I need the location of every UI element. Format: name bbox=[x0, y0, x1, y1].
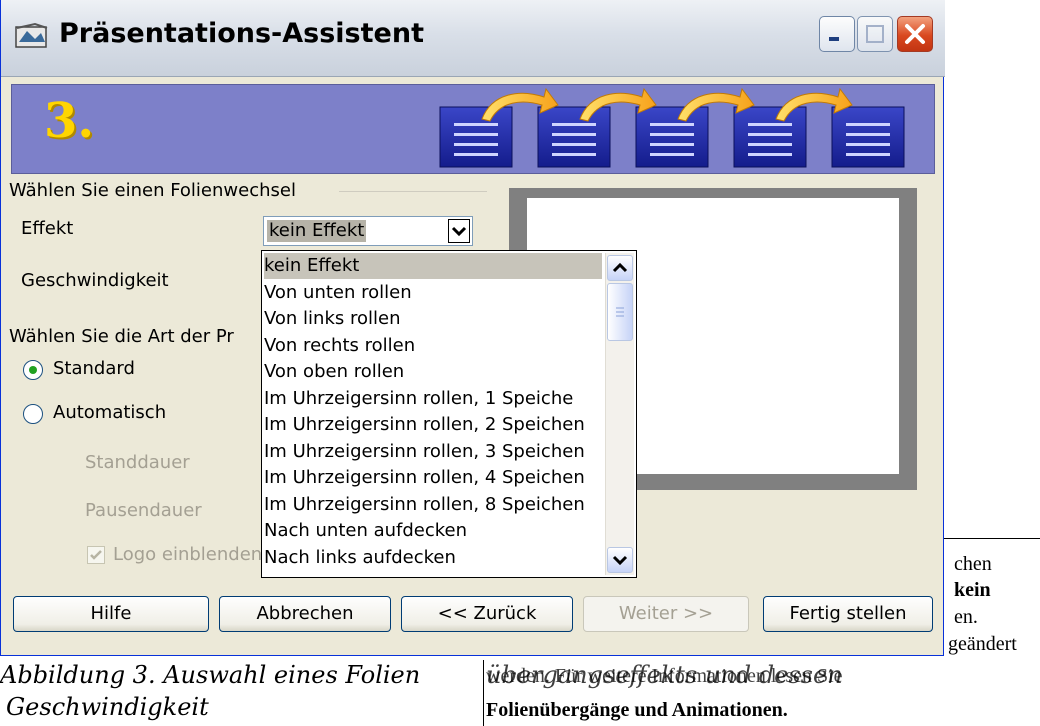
dropdown-item[interactable]: Von rechts rollen bbox=[264, 333, 602, 359]
scroll-down-button[interactable] bbox=[607, 547, 633, 573]
automatic-label[interactable]: Automatisch bbox=[53, 402, 166, 424]
logo-checkbox[interactable] bbox=[87, 546, 105, 564]
effect-dropdown-button[interactable] bbox=[448, 219, 470, 243]
figure-caption-line2: Geschwindigkeit bbox=[6, 693, 209, 721]
dropdown-item[interactable]: Im Uhrzeigersinn rollen, 2 Speichen bbox=[264, 412, 602, 438]
doc-body-line2: Folienübergänge und Animationen. bbox=[486, 699, 788, 721]
cancel-button[interactable]: Abbrechen bbox=[219, 596, 391, 632]
effect-select-value: kein Effekt bbox=[267, 220, 367, 242]
dropdown-scrollbar[interactable] bbox=[605, 253, 634, 575]
logo-label[interactable]: Logo einblenden bbox=[113, 544, 262, 566]
presentation-wizard-window: Präsentations-Assistent 3. Wählen Sie ei… bbox=[0, 0, 945, 656]
dropdown-item[interactable]: Von links rollen bbox=[264, 306, 602, 332]
doc-side-text-3: en. bbox=[954, 606, 978, 628]
dropdown-item[interactable]: kein Effekt bbox=[264, 253, 602, 279]
pause-label: Pausendauer bbox=[85, 500, 202, 521]
wizard-banner: 3. bbox=[11, 84, 935, 174]
finish-button[interactable]: Fertig stellen bbox=[763, 596, 933, 632]
step-number: 3. bbox=[44, 93, 95, 149]
close-button[interactable] bbox=[897, 16, 933, 52]
speed-label: Geschwindigkeit bbox=[21, 270, 169, 291]
dropdown-item[interactable]: Nach links aufdecken bbox=[264, 545, 602, 571]
wizard-steps-icon bbox=[439, 87, 905, 168]
window-title: Präsentations-Assistent bbox=[59, 18, 424, 49]
doc-body-line1: werden. Für weitere Informationen lesen … bbox=[486, 665, 843, 687]
app-icon bbox=[15, 22, 48, 48]
dropdown-item[interactable]: Im Uhrzeigersinn rollen, 8 Speichen bbox=[264, 492, 602, 518]
transition-group-label: Wählen Sie einen Folienwechsel bbox=[9, 180, 296, 201]
dropdown-item[interactable]: Von oben rollen bbox=[264, 359, 602, 385]
chevron-up-icon bbox=[612, 262, 628, 273]
scroll-thumb[interactable] bbox=[607, 283, 633, 341]
doc-side-text-1: chen bbox=[954, 553, 992, 575]
doc-column-rule bbox=[483, 660, 484, 726]
radio-selected-dot bbox=[29, 366, 37, 374]
effect-dropdown-list[interactable]: kein Effekt Von unten rollen Von links rol… bbox=[261, 250, 637, 578]
dropdown-item[interactable]: Von unten rollen bbox=[264, 280, 602, 306]
doc-side-text-4: geändert bbox=[948, 633, 1017, 655]
effect-select[interactable]: kein Effekt bbox=[263, 216, 473, 246]
minimize-button[interactable] bbox=[819, 16, 855, 52]
effect-label: Effekt bbox=[21, 218, 74, 239]
help-button[interactable]: Hilfe bbox=[13, 596, 209, 632]
doc-rule bbox=[940, 538, 1040, 539]
check-icon bbox=[90, 550, 102, 560]
dropdown-item[interactable]: Im Uhrzeigersinn rollen, 3 Speichen bbox=[264, 439, 602, 465]
standard-radio[interactable] bbox=[23, 360, 43, 380]
dropdown-item[interactable]: Im Uhrzeigersinn rollen, 4 Speichen bbox=[264, 465, 602, 491]
chevron-down-icon bbox=[451, 226, 467, 237]
automatic-radio[interactable] bbox=[23, 404, 43, 424]
dropdown-item[interactable]: Nach unten aufdecken bbox=[264, 518, 602, 544]
title-bar[interactable]: Präsentations-Assistent bbox=[1, 0, 945, 77]
maximize-button[interactable] bbox=[857, 16, 893, 52]
duration-label: Standdauer bbox=[85, 452, 190, 473]
group-divider bbox=[339, 191, 487, 192]
maximize-icon bbox=[866, 25, 884, 43]
presentation-type-group-label: Wählen Sie die Art der Pr bbox=[9, 326, 234, 347]
grip-icon bbox=[616, 307, 624, 317]
minimize-icon bbox=[829, 37, 839, 41]
back-button[interactable]: << Zurück bbox=[401, 596, 573, 632]
figure-caption-line1: Abbildung 3. Auswahl eines Folien bbox=[0, 661, 421, 689]
scroll-up-button[interactable] bbox=[607, 255, 633, 281]
dropdown-item[interactable]: Im Uhrzeigersinn rollen, 1 Speiche bbox=[264, 386, 602, 412]
close-icon bbox=[905, 24, 925, 44]
chevron-down-icon bbox=[612, 555, 628, 566]
standard-label[interactable]: Standard bbox=[53, 358, 135, 380]
doc-side-text-2: kein bbox=[954, 579, 991, 601]
next-button[interactable]: Weiter >> bbox=[583, 596, 749, 632]
